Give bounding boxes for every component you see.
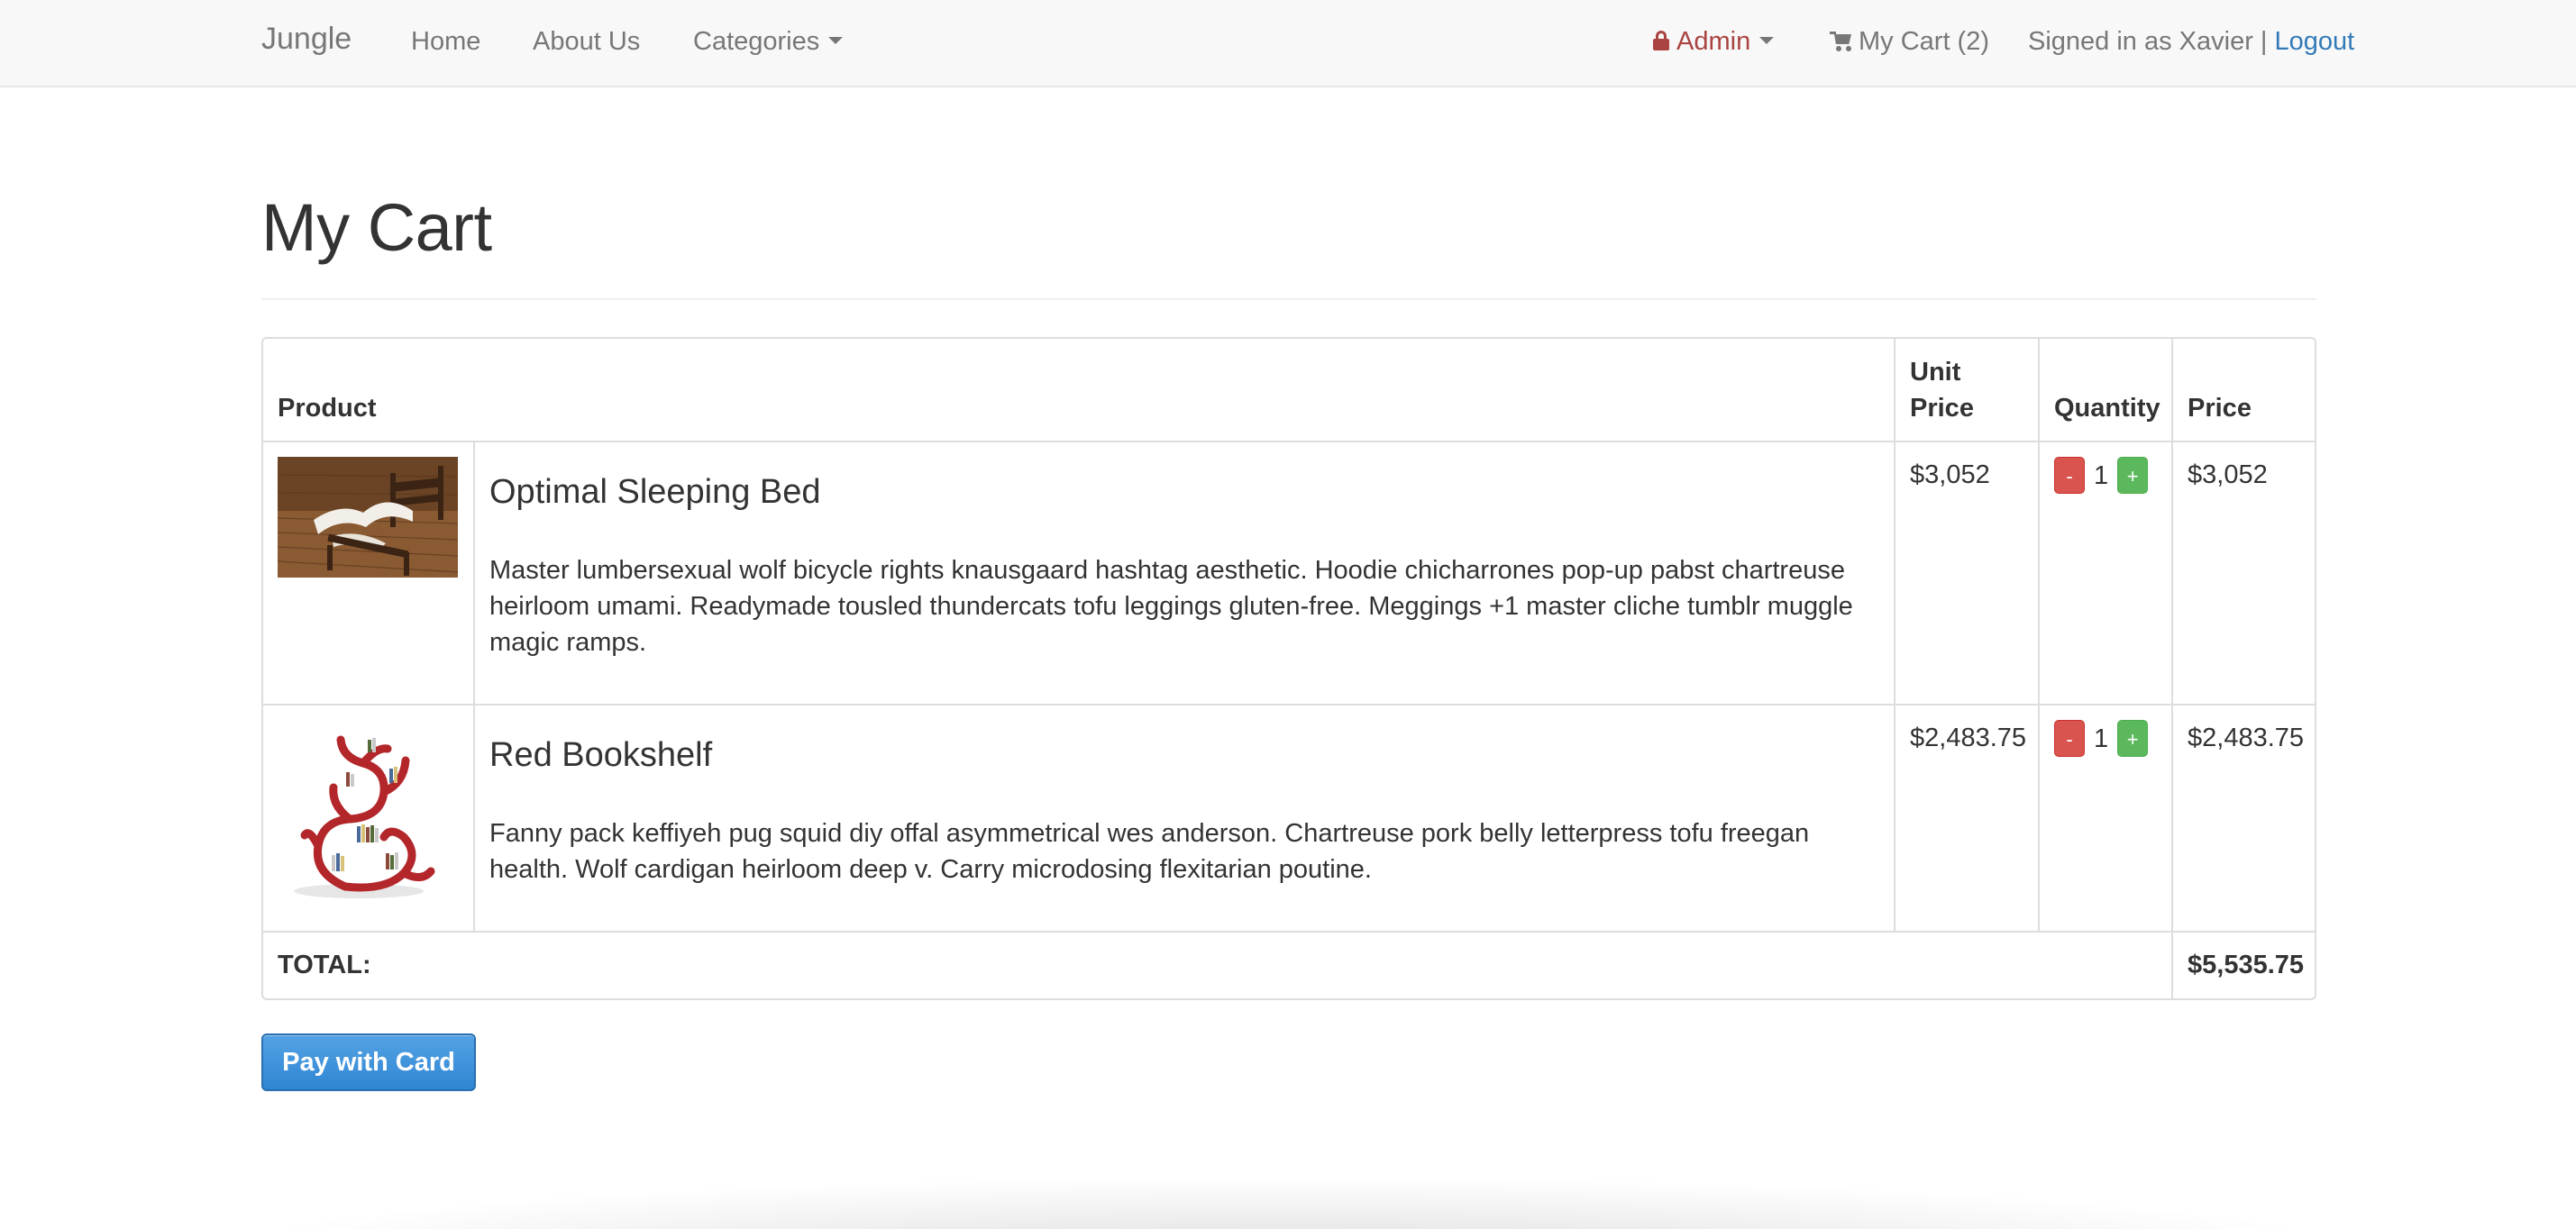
pay-with-card-button[interactable]: Pay with Card [261, 1033, 476, 1091]
product-image-cell [263, 441, 475, 706]
header-product: Product [263, 339, 1895, 442]
product-image-cell [263, 704, 475, 933]
decrease-quantity-button[interactable]: - [2054, 720, 2085, 757]
bookshelf-image [278, 720, 458, 900]
product-description: Master lumbersexual wolf bicycle rights … [489, 556, 1853, 657]
unit-price-cell: $3,052 [1894, 441, 2040, 706]
divider [261, 298, 2316, 300]
product-info-cell: Red Bookshelf Fanny pack keffiyeh pug sq… [473, 704, 1895, 933]
shopping-cart-icon [1830, 32, 1853, 51]
header-unit-price: Unit Price [1894, 339, 2040, 442]
quantity-value: 1 [2094, 724, 2109, 753]
quantity-cell: - 1 + [2038, 704, 2173, 933]
table-row: Red Bookshelf Fanny pack keffiyeh pug sq… [263, 704, 2315, 933]
nav-categories-dropdown[interactable]: Categories [693, 27, 844, 57]
quantity-cell: - 1 + [2038, 441, 2173, 706]
signed-in-text: Signed in as Xavier | [2028, 27, 2275, 56]
logout-link[interactable]: Logout [2275, 27, 2355, 56]
bed-image [278, 457, 458, 578]
product-description: Fanny pack keffiyeh pug squid diy offal … [489, 819, 1810, 884]
table-row: Optimal Sleeping Bed Master lumbersexual… [263, 441, 2315, 706]
my-cart-label: My Cart (2) [1859, 27, 1989, 56]
total-value: $5,535.75 [2171, 931, 2315, 998]
brand-link[interactable]: Jungle [261, 22, 352, 57]
unit-price-cell: $2,483.75 [1894, 704, 2040, 933]
decrease-quantity-button[interactable]: - [2054, 457, 2085, 494]
product-name[interactable]: Optimal Sleeping Bed [489, 471, 1879, 513]
signed-in-status: Signed in as Xavier | Logout [2028, 27, 2354, 57]
my-cart-link[interactable]: My Cart (2) [1830, 27, 1989, 57]
admin-label: Admin [1676, 27, 1751, 56]
cart-table: Product Unit Price Quantity Price Optima… [261, 337, 2316, 1000]
increase-quantity-button[interactable]: + [2117, 457, 2149, 494]
caret-down-icon [1759, 37, 1775, 45]
table-header-row: Product Unit Price Quantity Price [263, 339, 2315, 442]
increase-quantity-button[interactable]: + [2117, 720, 2149, 757]
lock-icon [1653, 31, 1669, 50]
footer-shadow [0, 1162, 2576, 1229]
page-title: My Cart [261, 190, 492, 265]
nav-home-link[interactable]: Home [411, 27, 480, 57]
price-cell: $3,052 [2171, 441, 2315, 706]
total-label: TOTAL: [263, 931, 2173, 998]
product-info-cell: Optimal Sleeping Bed Master lumbersexual… [473, 441, 1895, 706]
admin-dropdown[interactable]: Admin [1653, 27, 1775, 57]
quantity-value: 1 [2094, 460, 2109, 490]
caret-down-icon [828, 37, 844, 45]
product-name[interactable]: Red Bookshelf [489, 734, 1879, 776]
price-cell: $2,483.75 [2171, 704, 2315, 933]
header-quantity: Quantity [2038, 339, 2173, 442]
header-price: Price [2171, 339, 2315, 442]
total-row: TOTAL: $5,535.75 [263, 931, 2315, 998]
nav-about-link[interactable]: About Us [533, 27, 640, 57]
nav-categories-label: Categories [693, 27, 820, 56]
navbar: Jungle Home About Us Categories Admin My… [0, 0, 2576, 87]
